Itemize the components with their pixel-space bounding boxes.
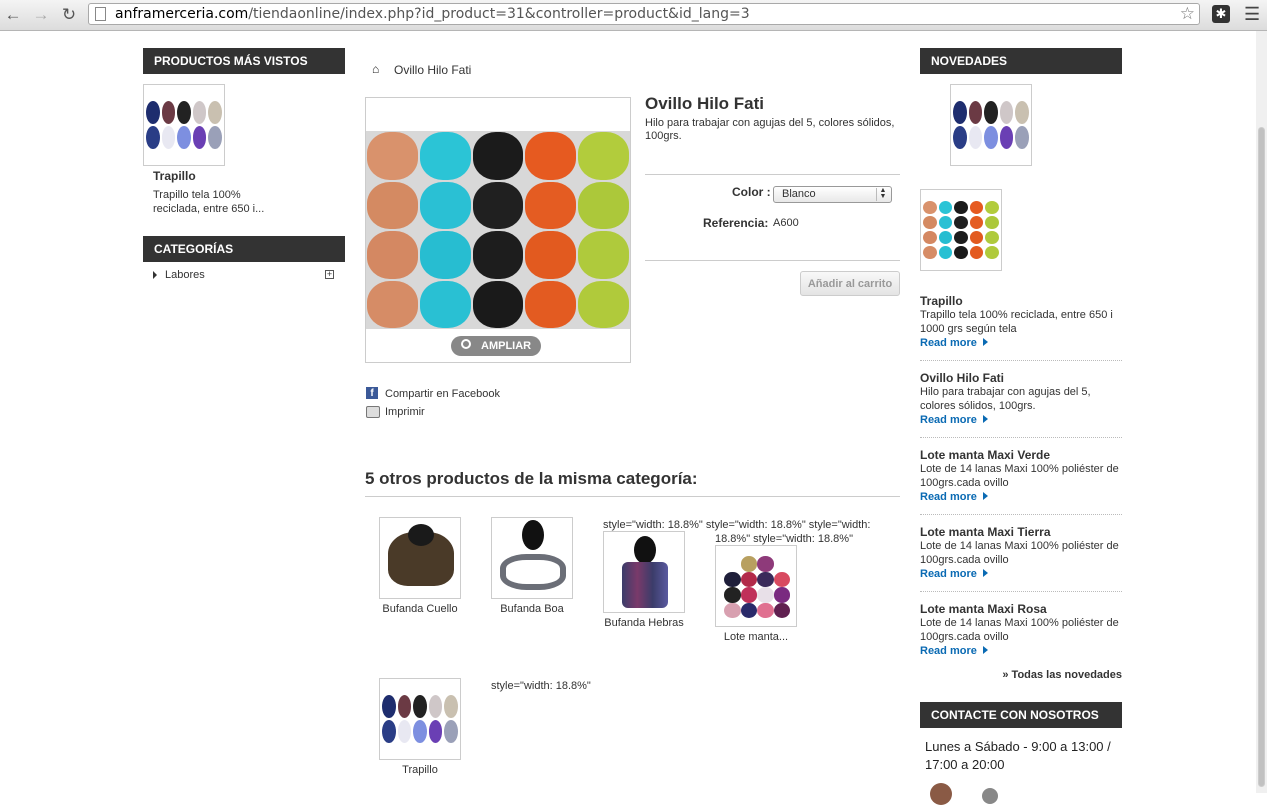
printer-icon <box>366 406 380 418</box>
stray-markup-text: style="width: 18.8%" <box>491 680 591 692</box>
mannequin-head-image <box>408 524 434 546</box>
print-link[interactable]: Imprimir <box>385 406 425 418</box>
news-item-title[interactable]: Lote manta Maxi Rosa <box>920 602 1047 616</box>
most-viewed-title: PRODUCTOS MÁS VISTOS <box>143 48 345 74</box>
accessory-thumb-trapillo[interactable] <box>379 678 461 760</box>
product-main-image[interactable]: AMPLIAR <box>365 97 631 363</box>
reference-label: Referencia: <box>703 216 769 230</box>
divider <box>920 360 1122 361</box>
mannequin-head-image <box>522 520 544 550</box>
browser-toolbar: ← → ↻ anframerceria.com/tiendaonline/ind… <box>0 0 1267 31</box>
accessory-label[interactable]: Bufanda Boa <box>482 603 582 615</box>
read-more-link[interactable]: Read more <box>920 491 988 503</box>
categories-title: CATEGORÍAS <box>143 236 345 262</box>
forward-icon[interactable]: → <box>32 5 50 25</box>
color-select-value: Blanco <box>782 188 816 200</box>
most-viewed-thumbnail[interactable] <box>143 84 225 166</box>
accessories-title: 5 otros productos de la misma categoría: <box>365 469 698 488</box>
news-item-desc: Lote de 14 lanas Maxi 100% poliéster de … <box>920 540 1119 566</box>
divider <box>920 437 1122 438</box>
news-item-desc: Lote de 14 lanas Maxi 100% poliéster de … <box>920 617 1119 643</box>
yarn-photo <box>366 131 630 329</box>
divider <box>920 591 1122 592</box>
accessory-thumb-bufanda-boa[interactable] <box>491 517 573 599</box>
read-more-link[interactable]: Read more <box>920 645 988 657</box>
bookmark-star-icon[interactable]: ☆ <box>1180 4 1195 24</box>
zoom-button[interactable]: AMPLIAR <box>451 336 541 356</box>
url-text[interactable]: anframerceria.com/tiendaonline/index.php… <box>115 6 750 22</box>
scrollbar-thumb[interactable] <box>1258 127 1265 787</box>
accessory-thumb-bufanda-hebras[interactable] <box>603 531 685 613</box>
back-icon[interactable]: ← <box>4 5 22 25</box>
page-icon <box>95 7 106 21</box>
contact-hours: Lunes a Sábado - 9:00 a 13:00 / 17:00 a … <box>925 739 1111 772</box>
news-item-title[interactable]: Lote manta Maxi Tierra <box>920 525 1051 539</box>
accessory-thumb-lote-manta[interactable] <box>715 545 797 627</box>
menu-icon[interactable]: ☰ <box>1244 4 1260 25</box>
contact-title: CONTACTE CON NOSOTROS <box>920 702 1122 728</box>
accessory-label[interactable]: Bufanda Hebras <box>594 617 694 629</box>
news-item-title[interactable]: Trapillo <box>920 294 963 308</box>
facebook-icon: f <box>366 387 378 399</box>
scarf-image <box>622 562 668 608</box>
read-more-link[interactable]: Read more <box>920 414 988 426</box>
divider <box>365 496 900 497</box>
news-item-title[interactable]: Ovillo Hilo Fati <box>920 371 1004 385</box>
reload-icon[interactable]: ↻ <box>60 5 78 25</box>
breadcrumb: Ovillo Hilo Fati <box>394 63 472 77</box>
extension-icon[interactable]: ✱ <box>1212 5 1230 23</box>
caret-right-icon <box>153 271 157 279</box>
page-scrollbar[interactable] <box>1256 31 1267 793</box>
news-item-desc: Trapillo tela 100% reciclada, entre 650 … <box>920 309 1113 335</box>
accessory-label[interactable]: Bufanda Cuello <box>370 603 470 615</box>
news-thumbnail-trapillo[interactable] <box>950 84 1032 166</box>
divider <box>645 174 900 175</box>
news-item-desc: Hilo para trabajar con agujas del 5, col… <box>920 386 1091 412</box>
avatar <box>930 783 952 805</box>
home-icon[interactable]: ⌂ <box>372 62 379 76</box>
add-to-cart-button[interactable]: Añadir al carrito <box>800 271 900 296</box>
yarn-mini-image <box>922 200 1000 260</box>
color-label: Color : <box>732 185 771 199</box>
most-viewed-item-desc: Trapillo tela 100% reciclada, entre 650 … <box>153 189 265 215</box>
most-viewed-item-title[interactable]: Trapillo <box>153 169 196 183</box>
divider <box>645 260 900 261</box>
read-more-link[interactable]: Read more <box>920 337 988 349</box>
color-select[interactable]: Blanco ▲ ▼ <box>773 186 892 203</box>
news-item-title[interactable]: Lote manta Maxi Verde <box>920 448 1050 462</box>
select-arrows-icon: ▲ ▼ <box>876 187 889 201</box>
stray-markup-text: 18.8%" style="width: 18.8%" <box>715 533 853 545</box>
accessory-label[interactable]: Lote manta... <box>706 631 806 643</box>
magnifier-icon <box>461 339 471 349</box>
yarn-mini-image <box>381 694 459 744</box>
news-title: NOVEDADES <box>920 48 1122 74</box>
scarf-image <box>500 554 566 590</box>
expand-icon[interactable]: + <box>325 270 334 279</box>
mannequin-head-image <box>634 536 656 564</box>
product-short-desc: Hilo para trabajar con agujas del 5, col… <box>645 117 895 142</box>
zoom-label: AMPLIAR <box>481 340 532 352</box>
category-labores[interactable]: Labores <box>165 269 205 281</box>
address-bar[interactable]: anframerceria.com/tiendaonline/index.php… <box>88 3 1200 25</box>
share-facebook-link[interactable]: Compartir en Facebook <box>385 388 500 400</box>
yarn-mini-image <box>952 100 1030 150</box>
accessory-thumb-bufanda-cuello[interactable] <box>379 517 461 599</box>
news-item-desc: Lote de 14 lanas Maxi 100% poliéster de … <box>920 463 1119 489</box>
yarn-pile-image <box>724 556 790 618</box>
reference-value: A600 <box>773 217 799 229</box>
product-title: Ovillo Hilo Fati <box>645 94 765 113</box>
read-more-link[interactable]: Read more <box>920 568 988 580</box>
news-thumbnail-ovillo[interactable] <box>920 189 1002 271</box>
divider <box>920 514 1122 515</box>
stray-markup-text: style="width: 18.8%" style="width: 18.8%… <box>603 519 871 531</box>
accessory-label[interactable]: Trapillo <box>370 764 470 776</box>
all-news-link[interactable]: » Todas las novedades <box>920 669 1122 681</box>
contact-icon <box>982 788 998 804</box>
yarn-mini-image <box>145 100 223 150</box>
